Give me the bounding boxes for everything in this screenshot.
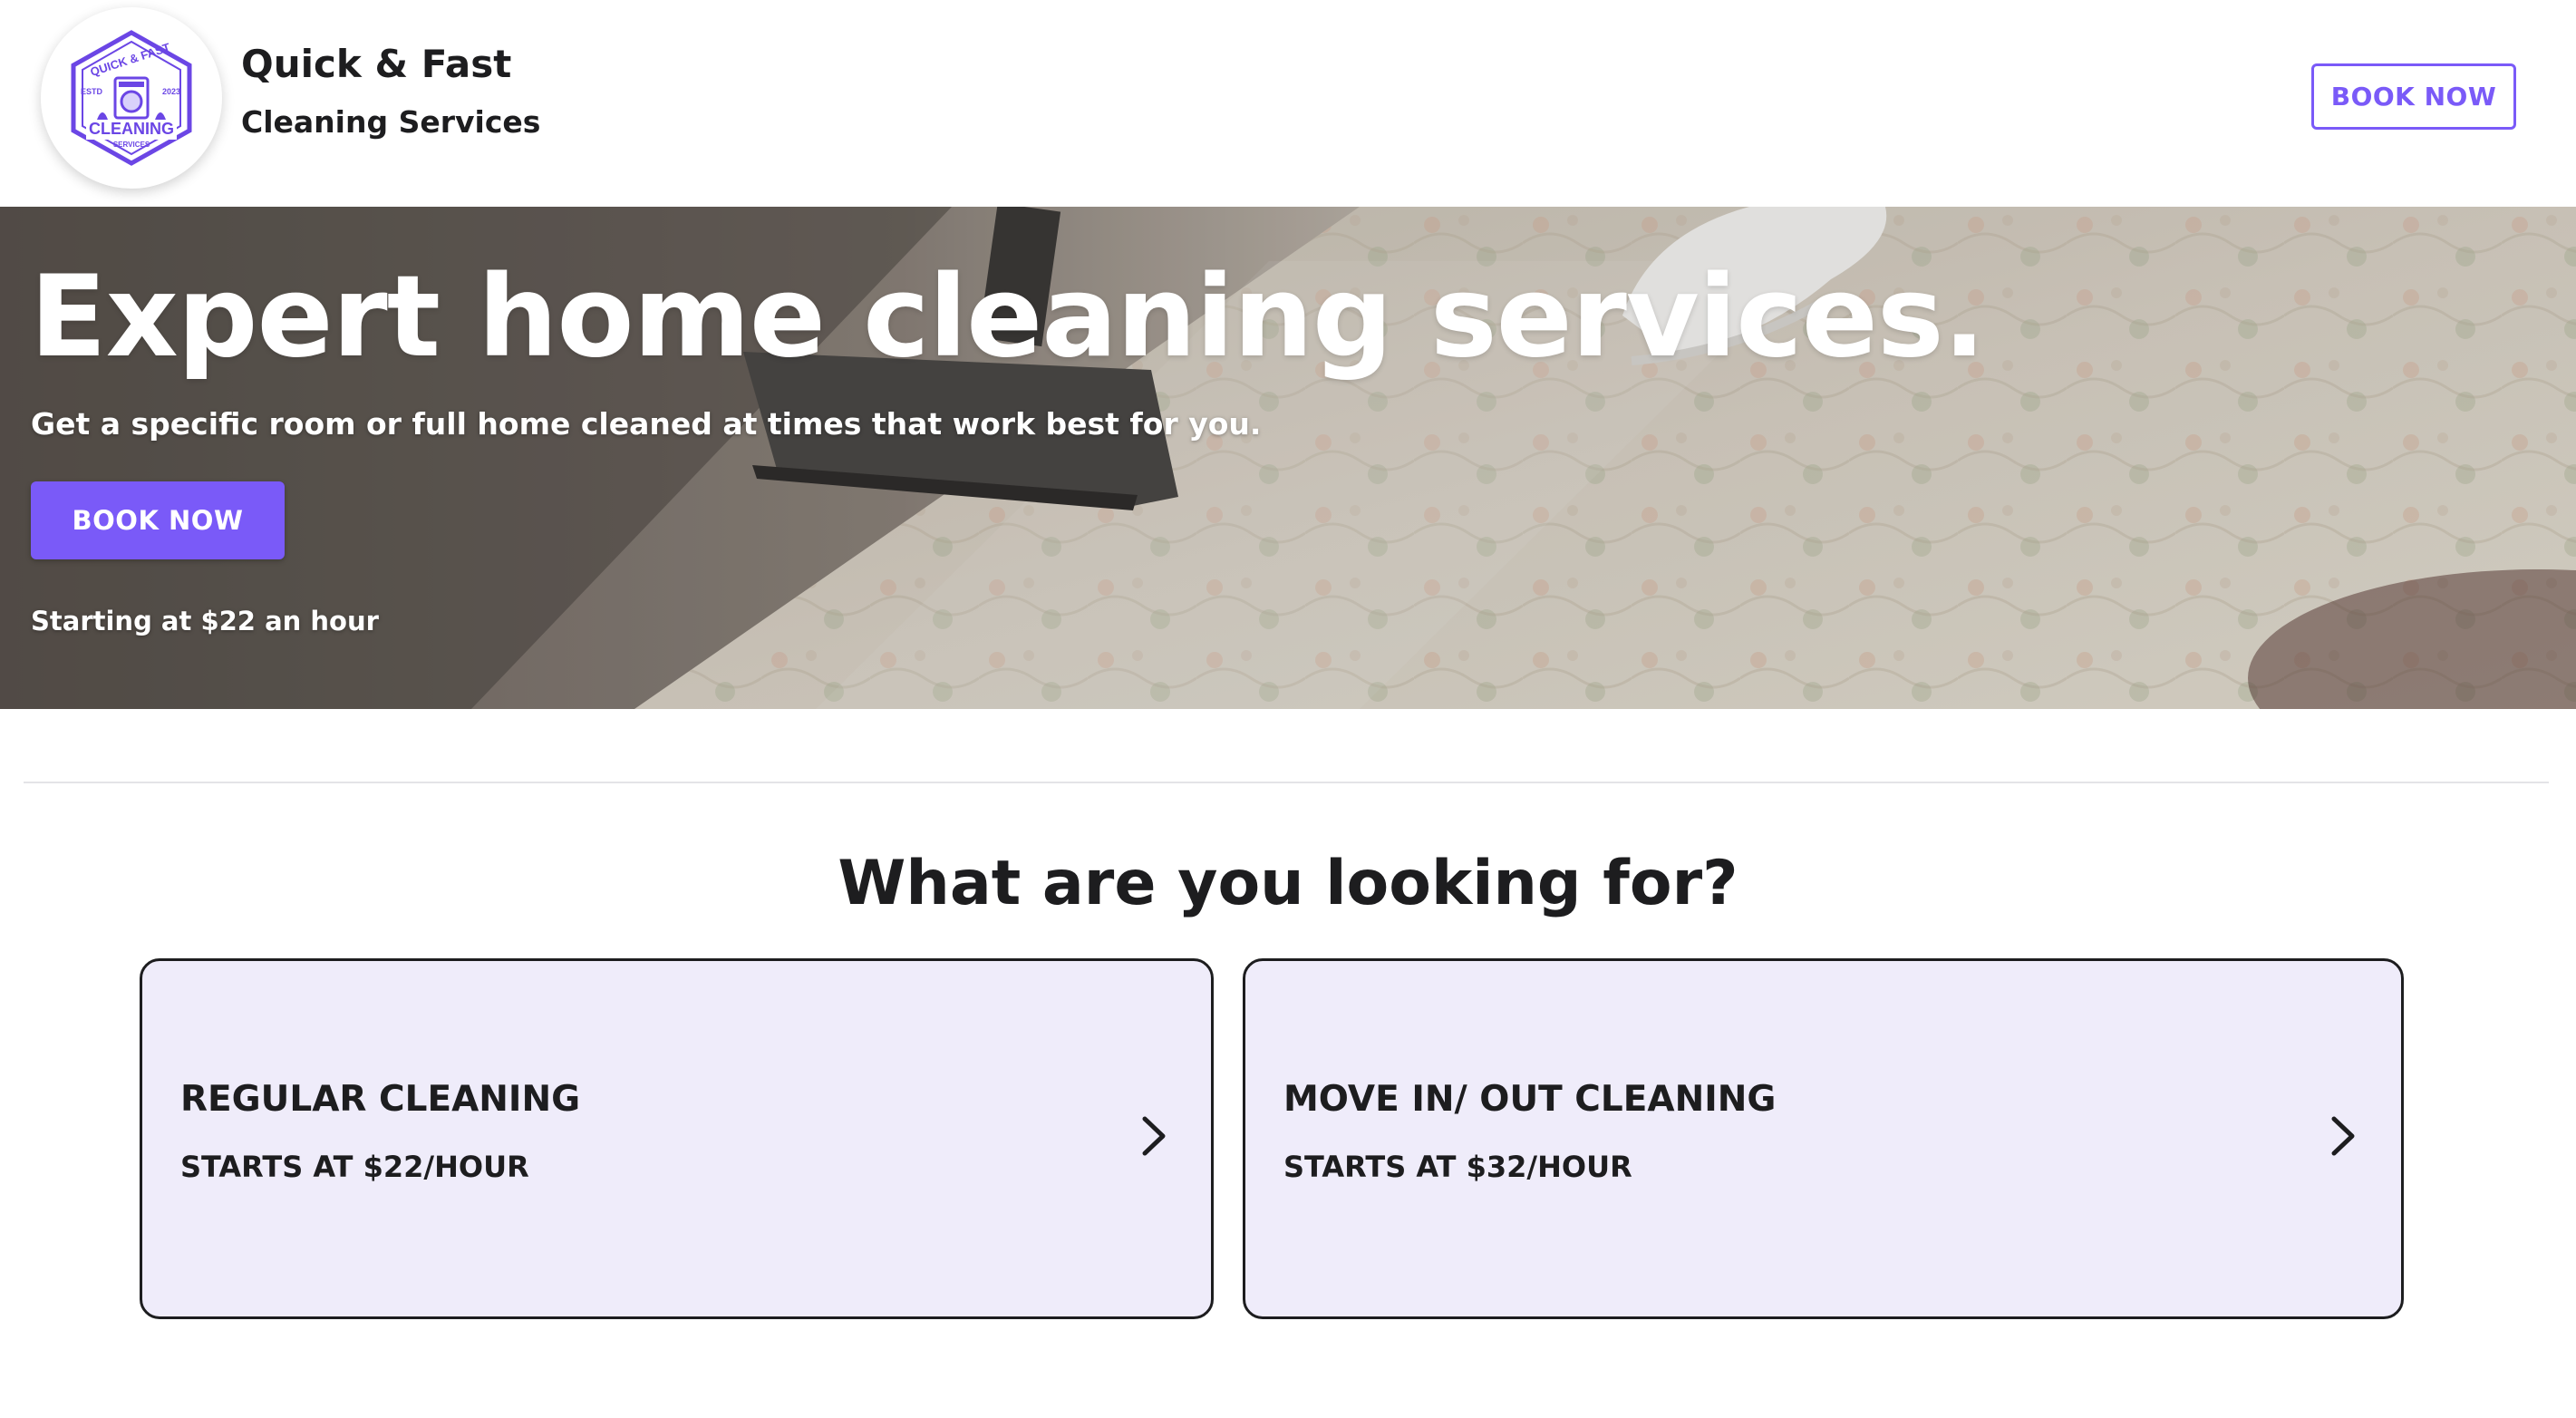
logo-main-text: CLEANING — [89, 120, 174, 138]
site-header: QUICK & FAST ESTD 2023 CLEANING SERVICES… — [0, 0, 2576, 207]
service-card-price: STARTS AT $22/HOUR — [180, 1150, 529, 1184]
hero-title: Expert home cleaning services. — [30, 252, 1986, 383]
chevron-right-icon[interactable] — [1139, 1115, 1170, 1157]
service-card-title: REGULAR CLEANING — [180, 1079, 581, 1120]
logo-right-text: 2023 — [162, 87, 180, 96]
section-divider — [24, 782, 2549, 783]
chevron-right-icon[interactable] — [2329, 1115, 2359, 1157]
service-card-title: MOVE IN/ OUT CLEANING — [1283, 1079, 1777, 1120]
brand-title: Quick & Fast — [241, 42, 512, 86]
cleaning-services-badge-icon: QUICK & FAST ESTD 2023 CLEANING SERVICES — [71, 30, 192, 166]
hero-subtitle: Get a specific room or full home cleaned… — [31, 406, 1262, 442]
services-heading: What are you looking for? — [838, 848, 1738, 919]
logo-bottom-text: SERVICES — [113, 141, 150, 149]
service-card-move-in-out-cleaning[interactable]: MOVE IN/ OUT CLEANING STARTS AT $32/HOUR — [1243, 958, 2404, 1319]
header-book-now-button[interactable]: BOOK NOW — [2311, 63, 2516, 130]
logo[interactable]: QUICK & FAST ESTD 2023 CLEANING SERVICES — [41, 7, 222, 189]
logo-left-text: ESTD — [81, 87, 103, 96]
hero-price-note: Starting at $22 an hour — [31, 606, 379, 636]
hero-book-now-button[interactable]: BOOK NOW — [31, 481, 285, 559]
brand-subtitle: Cleaning Services — [241, 104, 541, 140]
service-card-price: STARTS AT $32/HOUR — [1283, 1150, 1632, 1184]
service-card-regular-cleaning[interactable]: REGULAR CLEANING STARTS AT $22/HOUR — [140, 958, 1214, 1319]
hero-banner: Expert home cleaning services. Get a spe… — [0, 207, 2576, 709]
